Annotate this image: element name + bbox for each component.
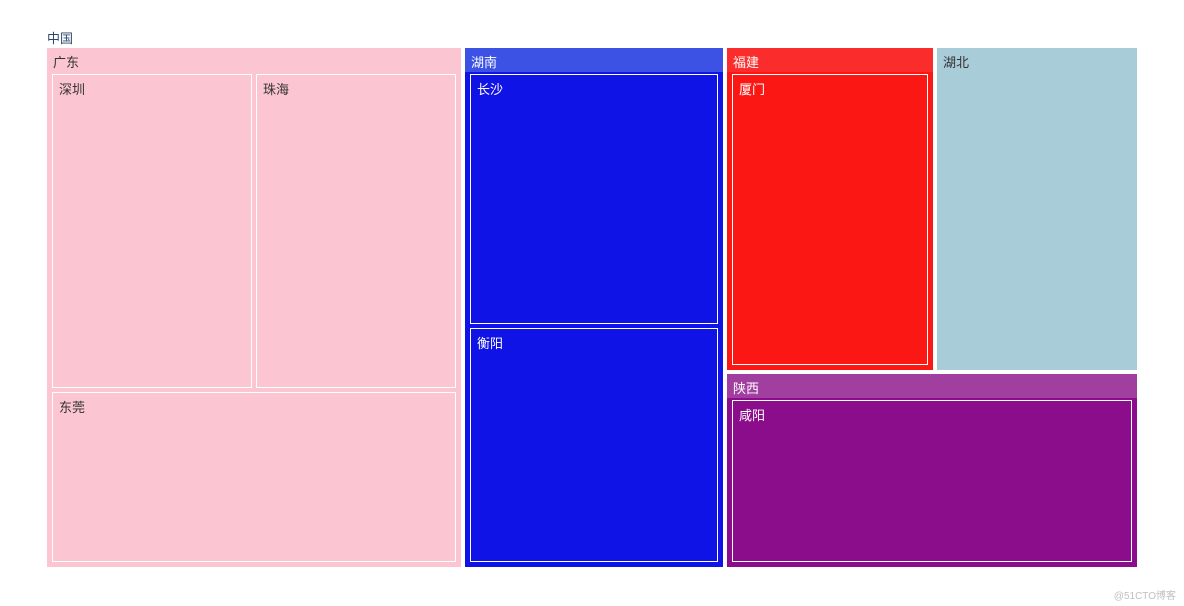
watermark: @51CTO博客 xyxy=(1114,587,1176,602)
city-label: 深圳 xyxy=(59,79,85,98)
city-zhuhai[interactable]: 珠海 xyxy=(256,74,456,388)
city-changsha[interactable]: 长沙 xyxy=(470,74,718,324)
region-title: 陕西 xyxy=(733,378,759,397)
region-title: 湖南 xyxy=(471,52,497,71)
city-dongguan[interactable]: 东莞 xyxy=(52,392,456,562)
region-guangdong[interactable]: 广东 深圳 珠海 东莞 xyxy=(47,48,461,567)
city-hengyang[interactable]: 衡阳 xyxy=(470,328,718,562)
city-label: 长沙 xyxy=(477,79,503,98)
region-hunan[interactable]: 湖南 长沙 衡阳 xyxy=(465,48,723,567)
city-shenzhen[interactable]: 深圳 xyxy=(52,74,252,388)
city-label: 衡阳 xyxy=(477,333,503,352)
city-xiamen[interactable]: 厦门 xyxy=(732,74,928,365)
city-label: 东莞 xyxy=(59,397,85,416)
region-title: 广东 xyxy=(53,52,79,71)
region-fujian[interactable]: 福建 厦门 xyxy=(727,48,933,370)
region-title: 福建 xyxy=(733,52,759,71)
city-label: 厦门 xyxy=(739,79,765,98)
region-header-strip xyxy=(465,48,723,72)
city-xianyang[interactable]: 咸阳 xyxy=(732,400,1132,562)
region-header-strip xyxy=(727,374,1137,398)
region-title: 湖北 xyxy=(943,52,969,71)
treemap-chart: 中国 广东 深圳 珠海 东莞 湖南 长沙 衡阳 福建 厦门 湖北 xyxy=(0,0,1184,606)
root-label: 中国 xyxy=(47,28,73,47)
region-shaanxi[interactable]: 陕西 咸阳 xyxy=(727,374,1137,567)
city-label: 咸阳 xyxy=(739,405,765,424)
city-label: 珠海 xyxy=(263,79,289,98)
region-hubei[interactable]: 湖北 xyxy=(937,48,1137,370)
